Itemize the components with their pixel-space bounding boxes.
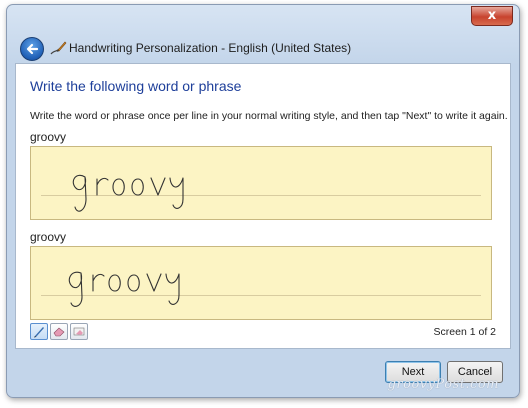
pen-tool-icon[interactable]	[30, 323, 48, 340]
screen-counter: Screen 1 of 2	[433, 326, 496, 338]
window-title: Handwriting Personalization - English (U…	[69, 41, 352, 55]
eraser-tool-icon[interactable]	[50, 323, 68, 340]
word-label: groovy	[30, 130, 67, 144]
handwriting-ink	[72, 174, 184, 212]
word-label: groovy	[30, 230, 67, 244]
back-arrow-icon[interactable]	[20, 37, 44, 61]
page-heading: Write the following word or phrase	[30, 78, 242, 94]
clear-tool-icon[interactable]	[70, 323, 88, 340]
watermark: groovyPost.com	[387, 377, 499, 392]
content-panel: Write the following word or phrase Write…	[15, 63, 511, 349]
writing-pad[interactable]	[30, 146, 492, 220]
handwriting-ink	[68, 271, 180, 307]
writing-pad[interactable]	[30, 246, 492, 320]
title-bar: x Handwriting Personalization - English …	[7, 5, 519, 61]
close-button[interactable]: x	[471, 6, 513, 26]
dialog-window: x Handwriting Personalization - English …	[6, 4, 520, 398]
instruction-text: Write the word or phrase once per line i…	[30, 110, 508, 122]
handwriting-pen-icon	[49, 40, 67, 56]
